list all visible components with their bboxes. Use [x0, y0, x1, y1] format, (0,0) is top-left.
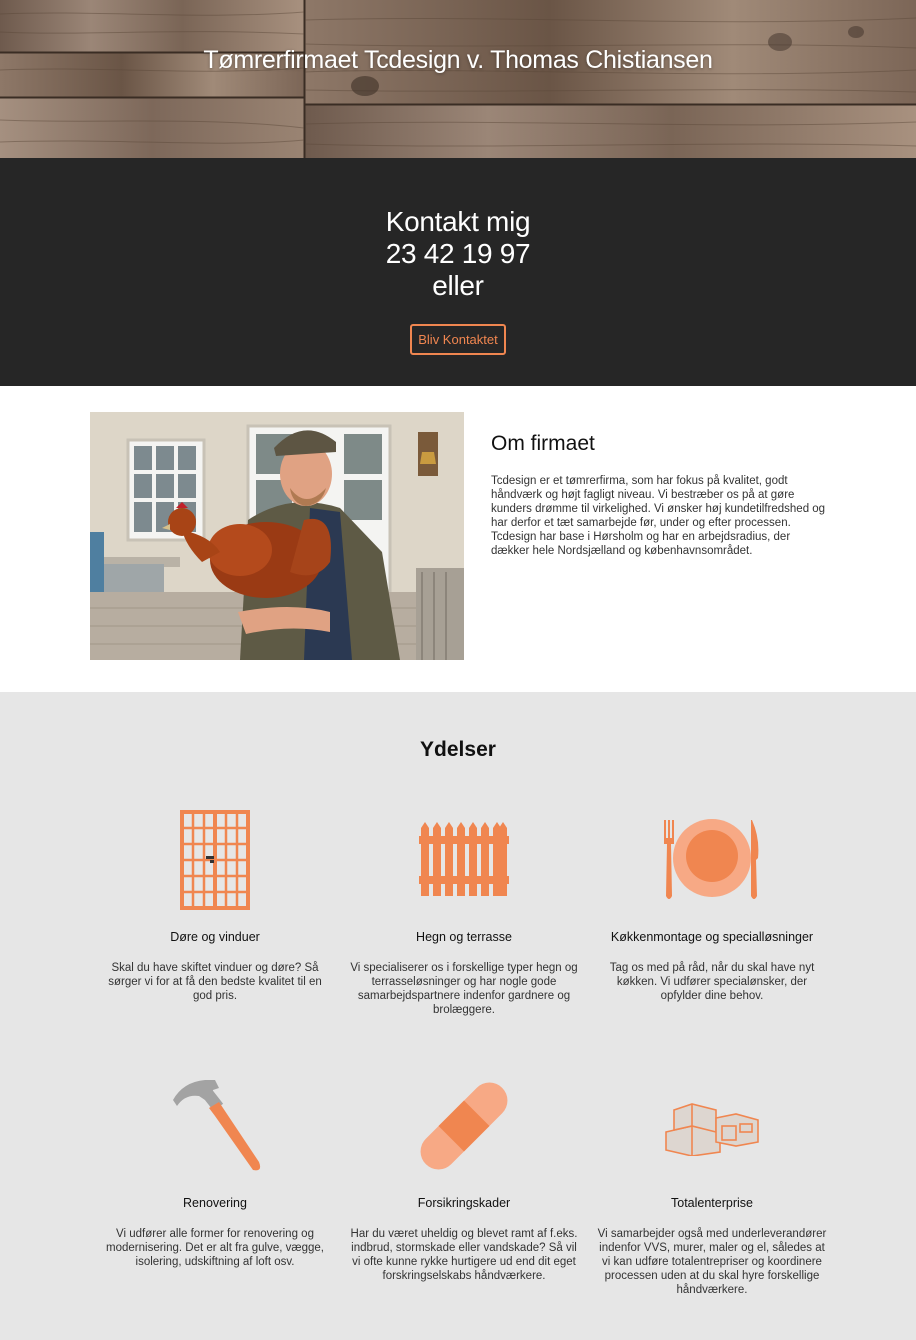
- service-title: Totalenterprise: [671, 1196, 753, 1210]
- fence-icon: [348, 810, 580, 910]
- door-icon: [99, 810, 331, 910]
- service-title: Forsikringskader: [417, 1196, 511, 1210]
- service-title: Hegn og terrasse: [416, 930, 512, 944]
- service-description: Skal du have skiftet vinduer og døre? Så…: [108, 962, 322, 1002]
- about-section: Om firmaet Tcdesign er et tømrerfirma, s…: [0, 386, 916, 692]
- service-turnkey: Totalenterprise Vi samarbejder også med …: [596, 1076, 828, 1297]
- service-description: Vi specialiserer os i forskellige typer …: [350, 962, 578, 1016]
- service-description: Har du været uheldig og blevet ramt af f…: [350, 1228, 578, 1282]
- service-fence-terrace: Hegn og terrasse Vi specialiserer os i f…: [348, 810, 580, 1017]
- about-text: Tcdesign er et tømrerfirma, som har foku…: [491, 475, 826, 557]
- service-doors-windows: Døre og vinduer Skal du have skiftet vin…: [99, 810, 331, 1003]
- service-description: Tag os med på råd, når du skal have nyt …: [609, 962, 815, 1002]
- about-heading: Om firmaet: [491, 432, 595, 455]
- services-section: Ydelser Døre og vinduer Skal du have ski…: [0, 692, 916, 1340]
- service-insurance-damage: Forsikringskader Har du været uheldig og…: [348, 1076, 580, 1283]
- wood-background-image: [0, 0, 916, 158]
- services-heading: Ydelser: [420, 738, 496, 761]
- service-renovation: Renovering Vi udfører alle former for re…: [99, 1076, 331, 1269]
- contact-heading: Kontakt mig: [385, 206, 531, 237]
- house-icon: [596, 1076, 828, 1176]
- plate-cutlery-icon: [596, 810, 828, 910]
- service-title: Køkkenmontage og specialløsninger: [610, 930, 814, 944]
- site-title: Tømrerfirmaet Tcdesign v. Thomas Chistia…: [203, 46, 713, 74]
- service-kitchen: Køkkenmontage og specialløsninger Tag os…: [596, 810, 828, 1003]
- service-title: Renovering: [183, 1196, 247, 1210]
- bandage-icon: [348, 1076, 580, 1176]
- contact-section: Kontakt mig 23 42 19 97 eller Bliv Konta…: [0, 158, 916, 386]
- owner-with-chicken-photo: [90, 412, 464, 660]
- hero-banner: Tømrerfirmaet Tcdesign v. Thomas Chistia…: [0, 0, 916, 158]
- hammer-icon: [99, 1076, 331, 1176]
- service-description: Vi udfører alle former for renovering og…: [106, 1228, 324, 1268]
- phone-number[interactable]: 23 42 19 97: [0, 238, 916, 270]
- service-description: Vi samarbejder også med underleverandøre…: [597, 1228, 827, 1296]
- service-title: Døre og vinduer: [170, 930, 260, 944]
- contact-me-button[interactable]: Bliv Kontaktet: [410, 324, 506, 355]
- contact-or-text: eller: [432, 270, 484, 301]
